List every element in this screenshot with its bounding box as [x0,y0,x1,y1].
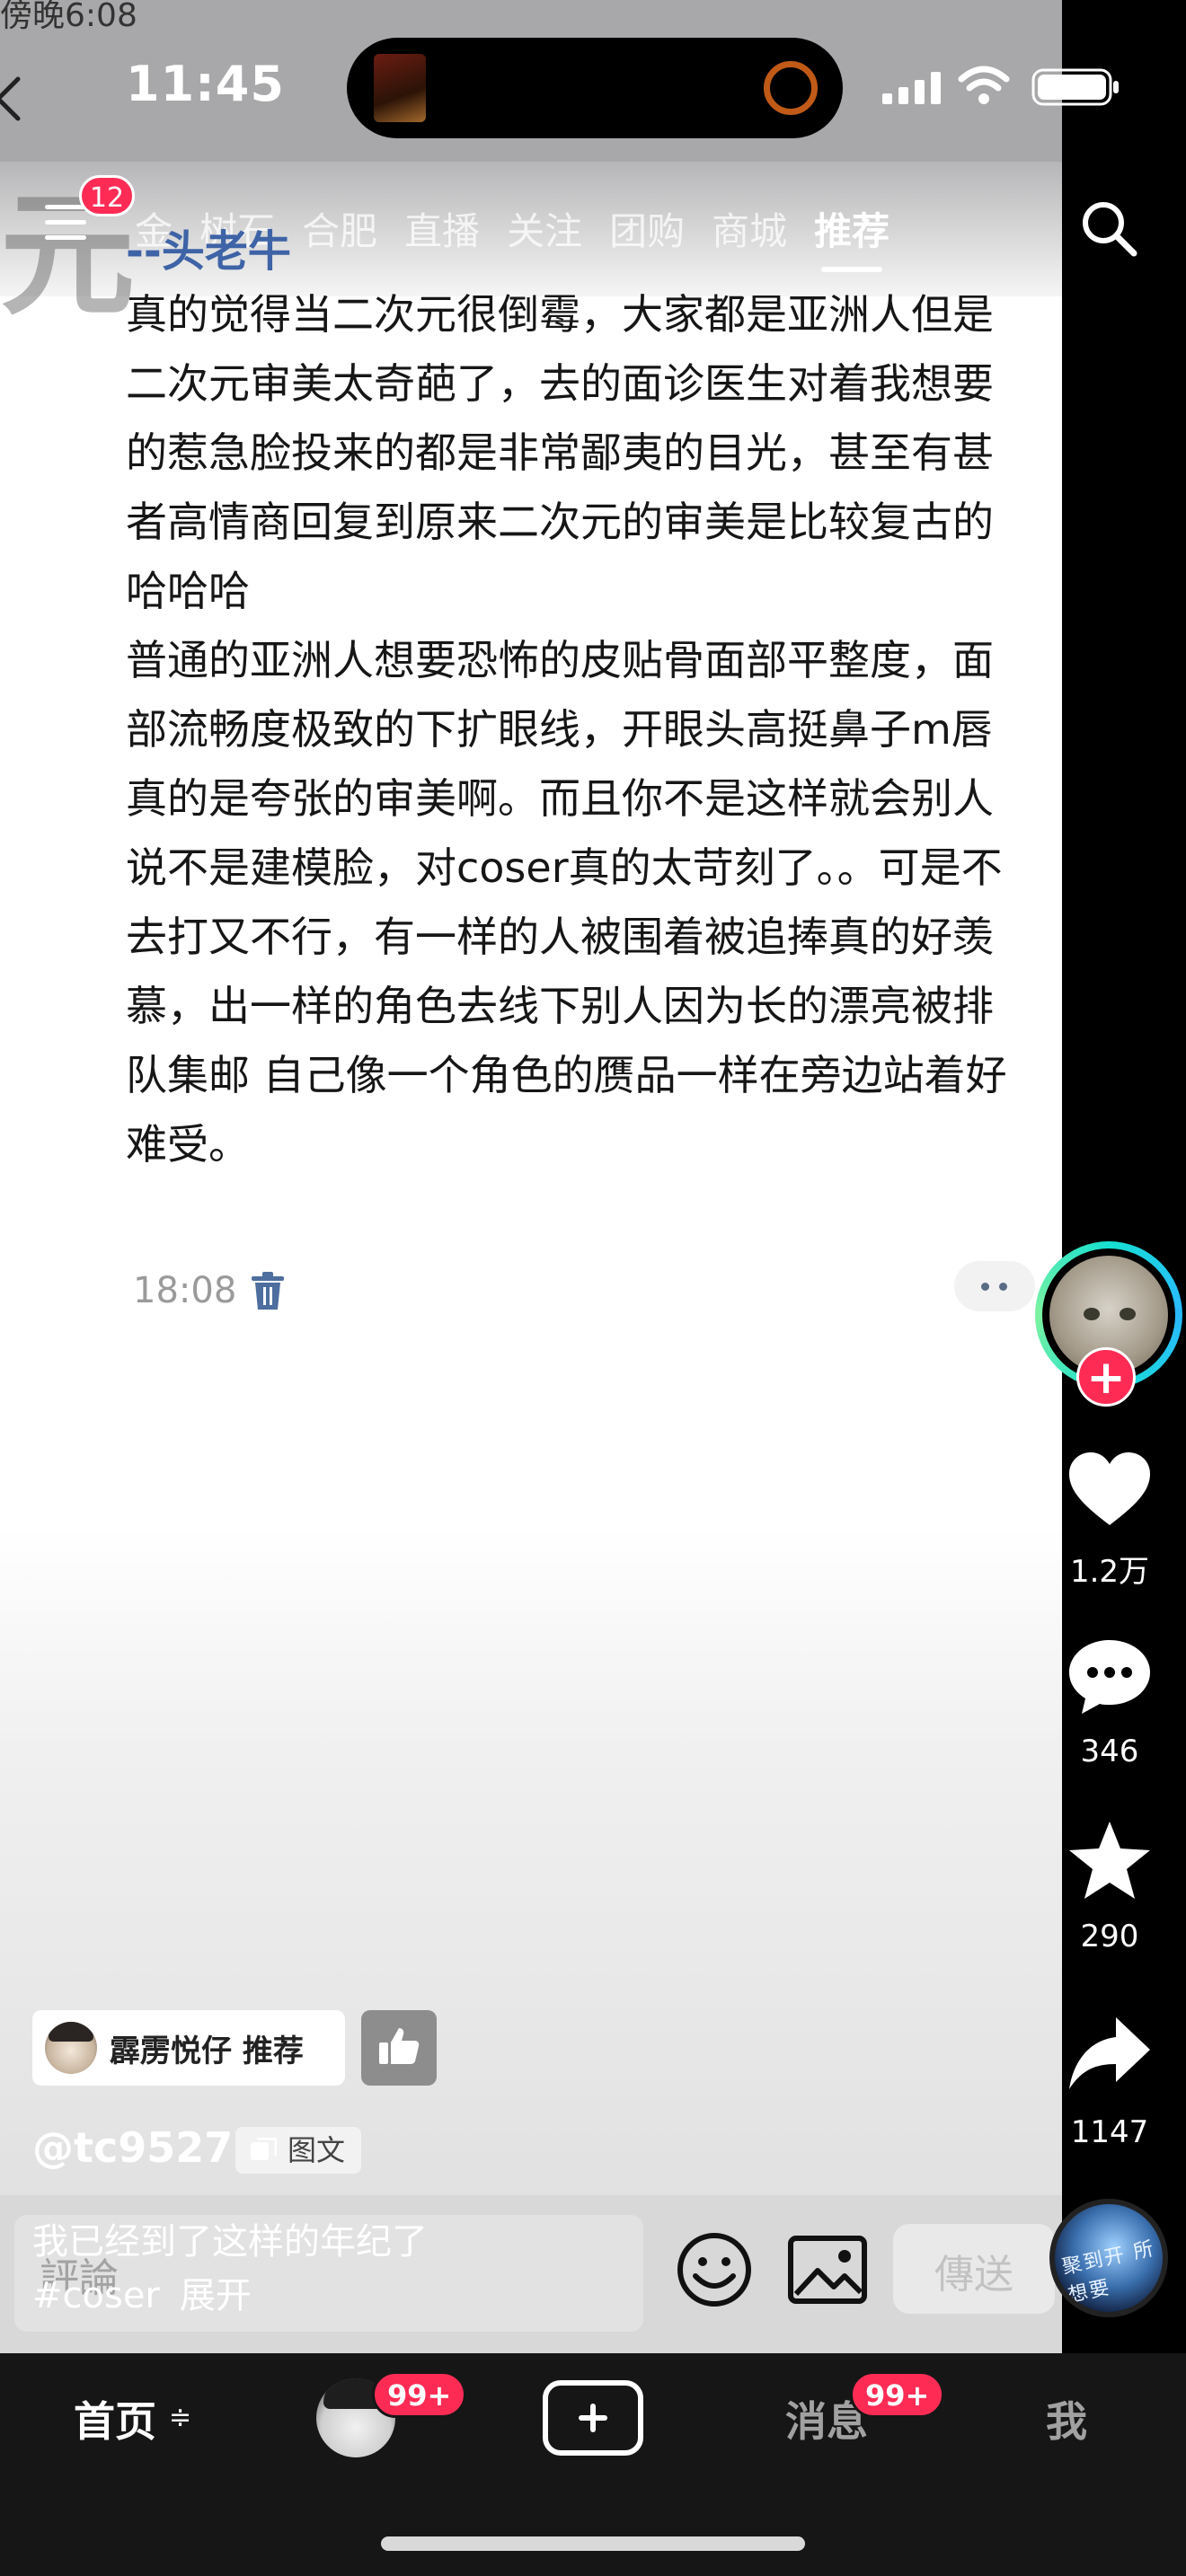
tab-live[interactable]: 直播 [404,201,480,256]
post-paragraph: 真的觉得当二次元很倒霉，大家都是亚洲人但是二次元审美太奇葩了，去的面诊医生对着我… [126,290,994,615]
wifi-icon [958,66,1010,104]
like-count: 1.2万 [1069,1554,1150,1590]
tab-following[interactable]: 关注 [507,201,582,256]
expand-button[interactable]: 展开 [180,2275,252,2316]
recommend-like-button[interactable] [361,2010,437,2086]
tab-hefei[interactable]: 合肥 [302,201,377,256]
image-text-icon [251,2138,277,2160]
favorite-count: 290 [1080,1919,1139,1954]
emoji-icon[interactable] [676,2231,753,2308]
battery-icon [1031,68,1119,106]
back-arrow-icon[interactable] [0,72,27,126]
tab-group-buy[interactable]: 团购 [609,201,685,256]
activity-ring-icon [764,61,818,115]
music-disc[interactable]: 聚到开 所想要 [1049,2199,1168,2317]
cellular-signal-icon [882,72,941,104]
follow-button[interactable]: + [1076,1347,1136,1407]
now-playing-artwork [374,54,426,122]
post-author[interactable]: --头老牛 [126,216,291,278]
comment-count: 346 [1080,1734,1139,1769]
caption-text: 我已经到了这样的年纪了 [32,2221,428,2263]
heart-icon[interactable] [1066,1450,1154,1531]
friends-badge: 99+ [372,2371,467,2418]
refresh-icon: ≑ [169,2402,192,2433]
dot-icon [999,1283,1007,1291]
tab-me[interactable]: 我 [1046,2389,1087,2448]
star-icon[interactable] [1066,1820,1154,1901]
status-time: 11:45 [126,56,285,112]
menu-notification-badge: 12 [79,175,135,216]
tab-recommend[interactable]: 推荐 [814,201,890,272]
top-partial-text: 傍晚6:08 [0,0,137,34]
post-caption: 我已经到了这样的年纪了 #coser 展开 [32,2215,428,2323]
messages-badge: 99+ [850,2371,945,2418]
more-options-button[interactable] [954,1261,1035,1311]
dynamic-island [347,38,843,138]
post-type-label: 图文 [288,2133,346,2167]
share-icon[interactable] [1066,2014,1154,2095]
post-paragraph: 普通的亚洲人想要恐怖的皮贴骨面部平整度，面部流畅度极致的下扩眼线，开眼头高挺鼻子… [126,636,1007,1169]
right-black-bar [1062,0,1186,2353]
trash-icon[interactable] [250,1272,286,1311]
home-indicator [381,2536,805,2551]
recommender-avatar [45,2022,97,2074]
post-type-tag: 图文 [235,2127,362,2174]
hashtag-link[interactable]: #coser [32,2275,160,2316]
send-label: 傳送 [934,2252,1013,2298]
comment-icon[interactable] [1066,1636,1154,1717]
thumbs-up-icon [379,2028,420,2064]
search-icon[interactable] [1078,198,1141,260]
post-timestamp: 18:08 [133,1270,237,1311]
image-icon[interactable] [787,2235,868,2305]
tab-home[interactable]: 首页 [74,2389,156,2448]
post-body: 真的觉得当二次元很倒霉，大家都是亚洲人但是二次元审美太奇葩了，去的面诊医生对着我… [126,280,1033,1179]
creator-handle[interactable]: @tc9527 [32,2123,233,2172]
tab-mall[interactable]: 商城 [712,201,787,256]
share-count: 1147 [1070,2114,1149,2150]
dot-icon [981,1283,989,1291]
recommender-pill[interactable]: 霹雳悦仔 推荐 [32,2010,345,2086]
music-disc-text: 聚到开 所想要 [1059,2237,1157,2307]
recommender-label: 霹雳悦仔 推荐 [110,2033,304,2069]
create-button[interactable] [543,2380,643,2456]
